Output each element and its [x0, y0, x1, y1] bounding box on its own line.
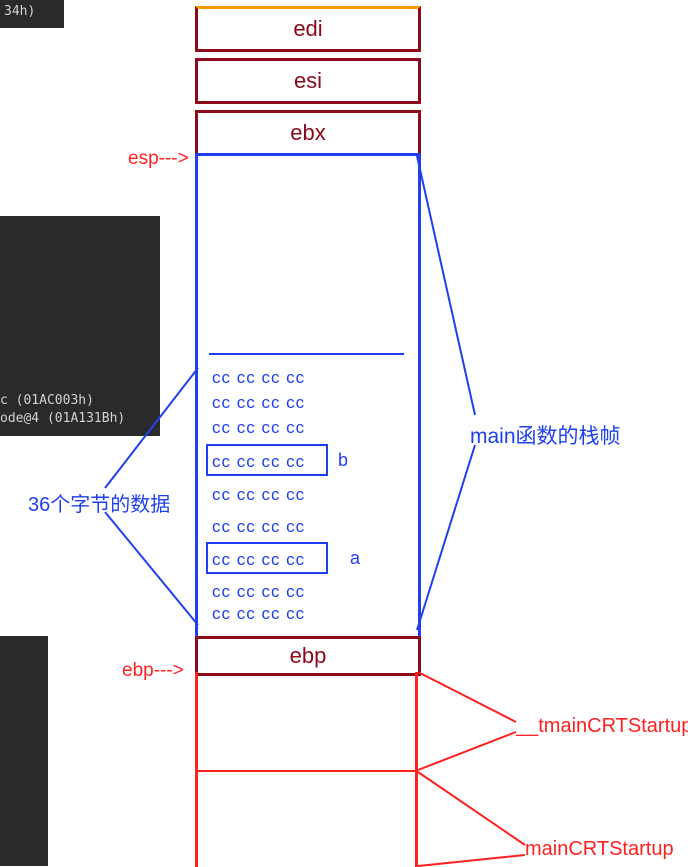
var-b-box — [206, 444, 328, 476]
code-fragment-mid: c (01AC003h) ode@4 (01A131Bh) — [0, 216, 160, 436]
code-line-2: ode@4 (01A131Bh) — [0, 411, 125, 426]
reg-box-ebx: ebx — [195, 110, 421, 156]
ebp-pointer: ebp---> — [122, 660, 184, 682]
tmain-label: __tmainCRTStartup — [516, 715, 688, 738]
cc-row-8: cc cc cc cc — [212, 582, 305, 602]
main-frame-label: main函数的栈帧 — [470, 420, 621, 450]
reg-box-ebp: ebp — [195, 636, 421, 676]
esp-pointer: esp---> — [128, 148, 189, 170]
cc-row-1: cc cc cc cc — [212, 368, 305, 388]
code-fragment-top: 34h) — [0, 0, 64, 28]
stack-frame-diagram: 34h) c (01AC003h) ode@4 (01A131Bh) edi e… — [0, 0, 688, 867]
code-fragment-bottom — [0, 636, 48, 866]
cc-row-5: cc cc cc cc — [212, 485, 305, 505]
frame-separator — [209, 353, 404, 355]
reg-box-esi: esi — [195, 58, 421, 104]
var-a-box — [206, 542, 328, 574]
cc-row-2: cc cc cc cc — [212, 393, 305, 413]
cc-row-3: cc cc cc cc — [212, 418, 305, 438]
maincrt-label: mainCRTStartup — [525, 838, 674, 861]
var-b-label: b — [338, 450, 348, 471]
code-line-1: c (01AC003h) — [0, 393, 94, 408]
cc-row-6: cc cc cc cc — [212, 517, 305, 537]
var-a-label: a — [350, 548, 360, 569]
cc-row-9: cc cc cc cc — [212, 604, 305, 624]
stack-separator-1 — [195, 770, 418, 772]
reg-box-edi: edi — [195, 6, 421, 52]
bytes36-label: 36个字节的数据 — [28, 488, 170, 517]
